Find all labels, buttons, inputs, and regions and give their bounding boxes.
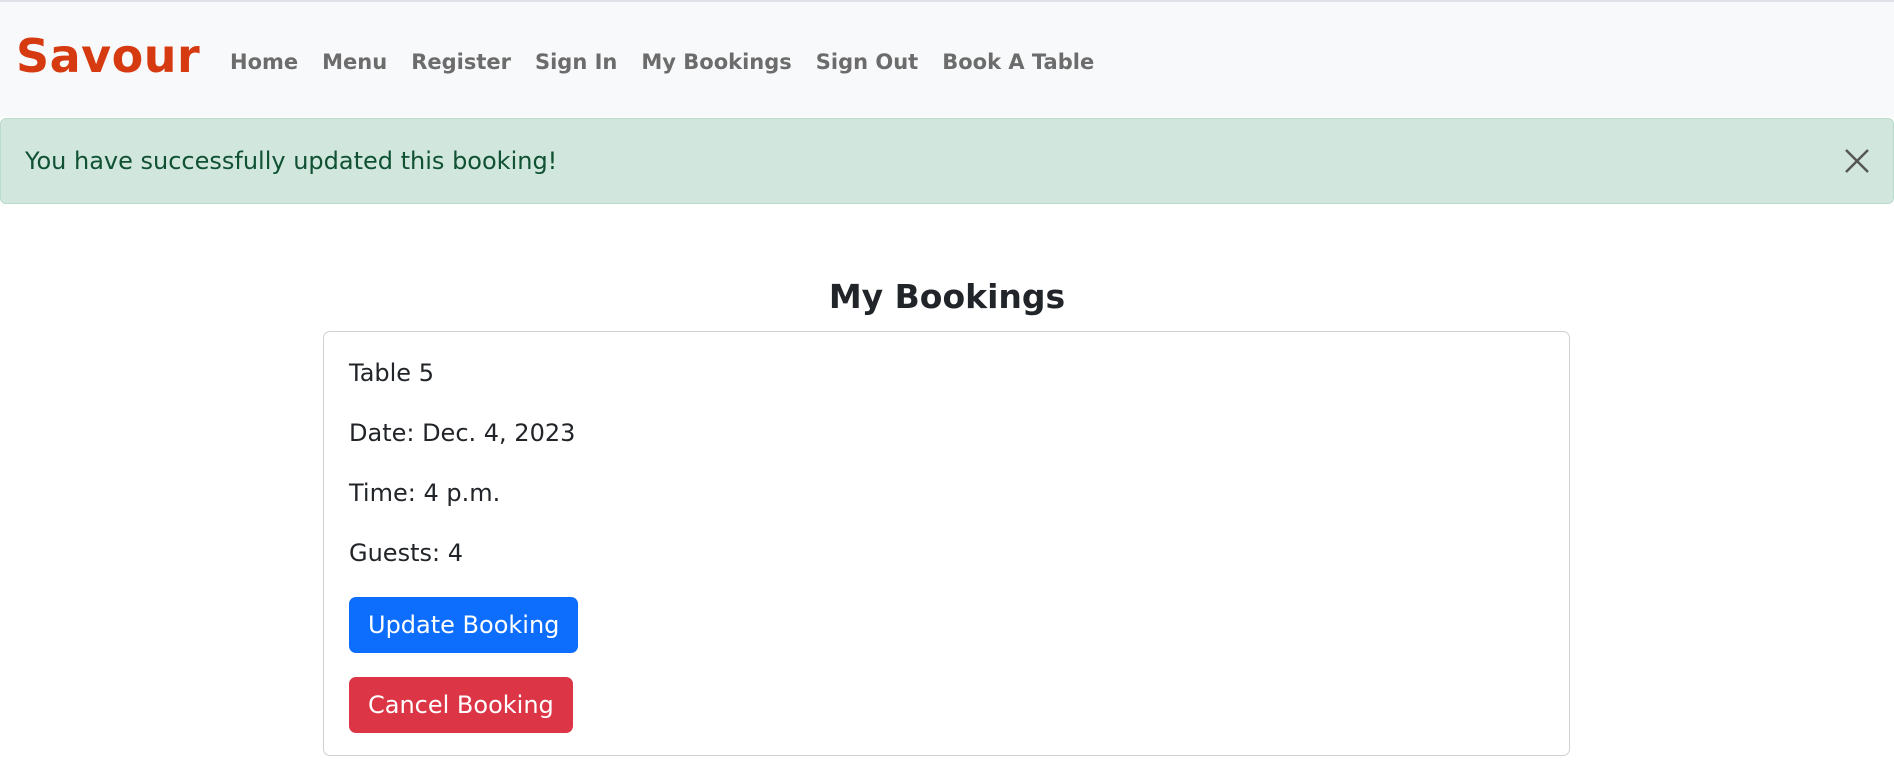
brand-logo[interactable]: Savour [16, 26, 200, 86]
cancel-booking-button[interactable]: Cancel Booking [349, 677, 573, 733]
booking-guests: Guests: 4 [349, 539, 463, 567]
success-alert: You have successfully updated this booki… [0, 118, 1894, 204]
navbar: Savour Home Menu Register Sign In My Boo… [0, 0, 1894, 117]
nav-link-sign-out[interactable]: Sign Out [816, 46, 918, 78]
nav-link-menu[interactable]: Menu [322, 46, 387, 78]
booking-card: Table 5 Date: Dec. 4, 2023 Time: 4 p.m. … [323, 331, 1570, 756]
nav-link-my-bookings[interactable]: My Bookings [641, 46, 791, 78]
update-booking-button[interactable]: Update Booking [349, 597, 579, 653]
nav-link-register[interactable]: Register [411, 46, 511, 78]
nav-links: Home Menu Register Sign In My Bookings S… [230, 46, 1118, 78]
page-title: My Bookings [828, 277, 1066, 316]
nav-link-book-a-table[interactable]: Book A Table [942, 46, 1094, 78]
close-icon[interactable] [1841, 145, 1873, 177]
booking-table: Table 5 [349, 359, 434, 387]
booking-time: Time: 4 p.m. [349, 479, 501, 507]
booking-date: Date: Dec. 4, 2023 [349, 419, 576, 447]
nav-link-sign-in[interactable]: Sign In [535, 46, 617, 78]
nav-link-home[interactable]: Home [230, 46, 298, 78]
alert-message: You have successfully updated this booki… [25, 147, 558, 175]
